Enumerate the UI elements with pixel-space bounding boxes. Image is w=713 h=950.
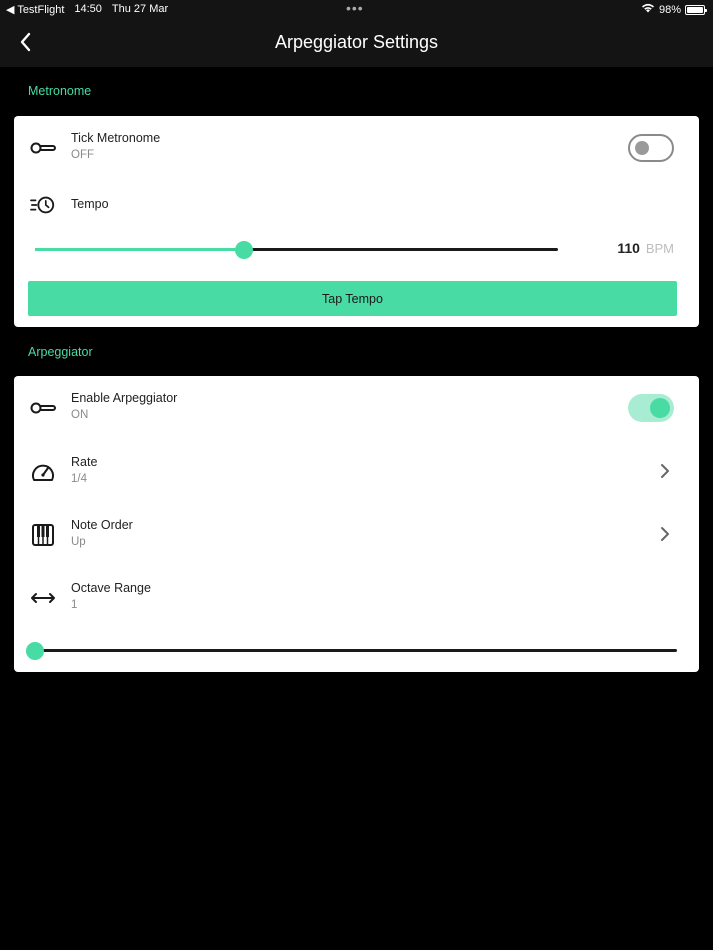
octave-range-row: Octave Range 1 bbox=[14, 573, 699, 623]
enable-arpeggiator-toggle[interactable] bbox=[628, 394, 674, 422]
tempo-readout: 110 BPM bbox=[617, 240, 674, 256]
tempo-value: 110 bbox=[617, 240, 640, 256]
status-date: Thu 27 Mar bbox=[111, 3, 169, 15]
arpeggiator-card: Enable Arpeggiator ON Rate 1/4 Note Orde… bbox=[14, 376, 699, 672]
octave-range-label: Octave Range bbox=[71, 581, 151, 595]
enable-arpeggiator-value: ON bbox=[71, 409, 89, 421]
tempo-unit: BPM bbox=[645, 241, 674, 256]
octave-range-value: 1 bbox=[71, 599, 78, 611]
wifi-icon bbox=[641, 3, 655, 16]
tempo-row: Tempo bbox=[14, 189, 699, 239]
status-bar: ◀ TestFlight 14:50 Thu 27 Mar ••• 98% bbox=[0, 0, 713, 18]
rate-label: Rate bbox=[71, 455, 98, 469]
rate-value: 1/4 bbox=[71, 473, 87, 485]
battery-icon bbox=[685, 4, 707, 15]
tick-metronome-value: OFF bbox=[71, 149, 94, 161]
chevron-right-icon bbox=[657, 524, 673, 544]
multitasking-dots-icon[interactable]: ••• bbox=[346, 1, 364, 15]
note-order-label: Note Order bbox=[71, 518, 133, 532]
section-title-metronome: Metronome bbox=[28, 84, 92, 98]
octave-range-slider-thumb[interactable] bbox=[26, 642, 44, 660]
toggle-key-icon bbox=[30, 135, 56, 161]
enable-arpeggiator-label: Enable Arpeggiator bbox=[71, 391, 178, 405]
back-to-app-link[interactable]: ◀ TestFlight bbox=[6, 3, 64, 16]
navigation-bar: Arpeggiator Settings bbox=[0, 18, 713, 67]
metronome-card: Tick Metronome OFF Tempo 110 BPM Tap Tem… bbox=[14, 116, 699, 327]
rate-row[interactable]: Rate 1/4 bbox=[14, 447, 699, 497]
tempo-label: Tempo bbox=[71, 197, 109, 211]
tick-metronome-row[interactable]: Tick Metronome OFF bbox=[14, 123, 699, 173]
double-arrow-icon bbox=[30, 585, 56, 611]
tempo-slider-thumb[interactable] bbox=[235, 241, 253, 259]
gauge-icon bbox=[30, 459, 56, 485]
tap-tempo-button[interactable]: Tap Tempo bbox=[28, 281, 677, 316]
chevron-right-icon bbox=[657, 461, 673, 481]
status-time: 14:50 bbox=[74, 3, 102, 15]
tick-metronome-label: Tick Metronome bbox=[71, 131, 161, 145]
tempo-slider[interactable] bbox=[35, 240, 558, 260]
enable-arpeggiator-row[interactable]: Enable Arpeggiator ON bbox=[14, 383, 699, 433]
tempo-clock-icon bbox=[30, 192, 56, 218]
battery-percent: 98% bbox=[658, 3, 681, 16]
section-title-arpeggiator: Arpeggiator bbox=[28, 345, 93, 359]
note-order-value: Up bbox=[71, 536, 86, 548]
tick-metronome-toggle[interactable] bbox=[628, 134, 674, 162]
piano-keys-icon bbox=[30, 522, 56, 548]
note-order-row[interactable]: Note Order Up bbox=[14, 510, 699, 560]
toggle-key-icon bbox=[30, 395, 56, 421]
octave-range-slider[interactable] bbox=[26, 641, 677, 661]
page-title: Arpeggiator Settings bbox=[274, 32, 439, 52]
